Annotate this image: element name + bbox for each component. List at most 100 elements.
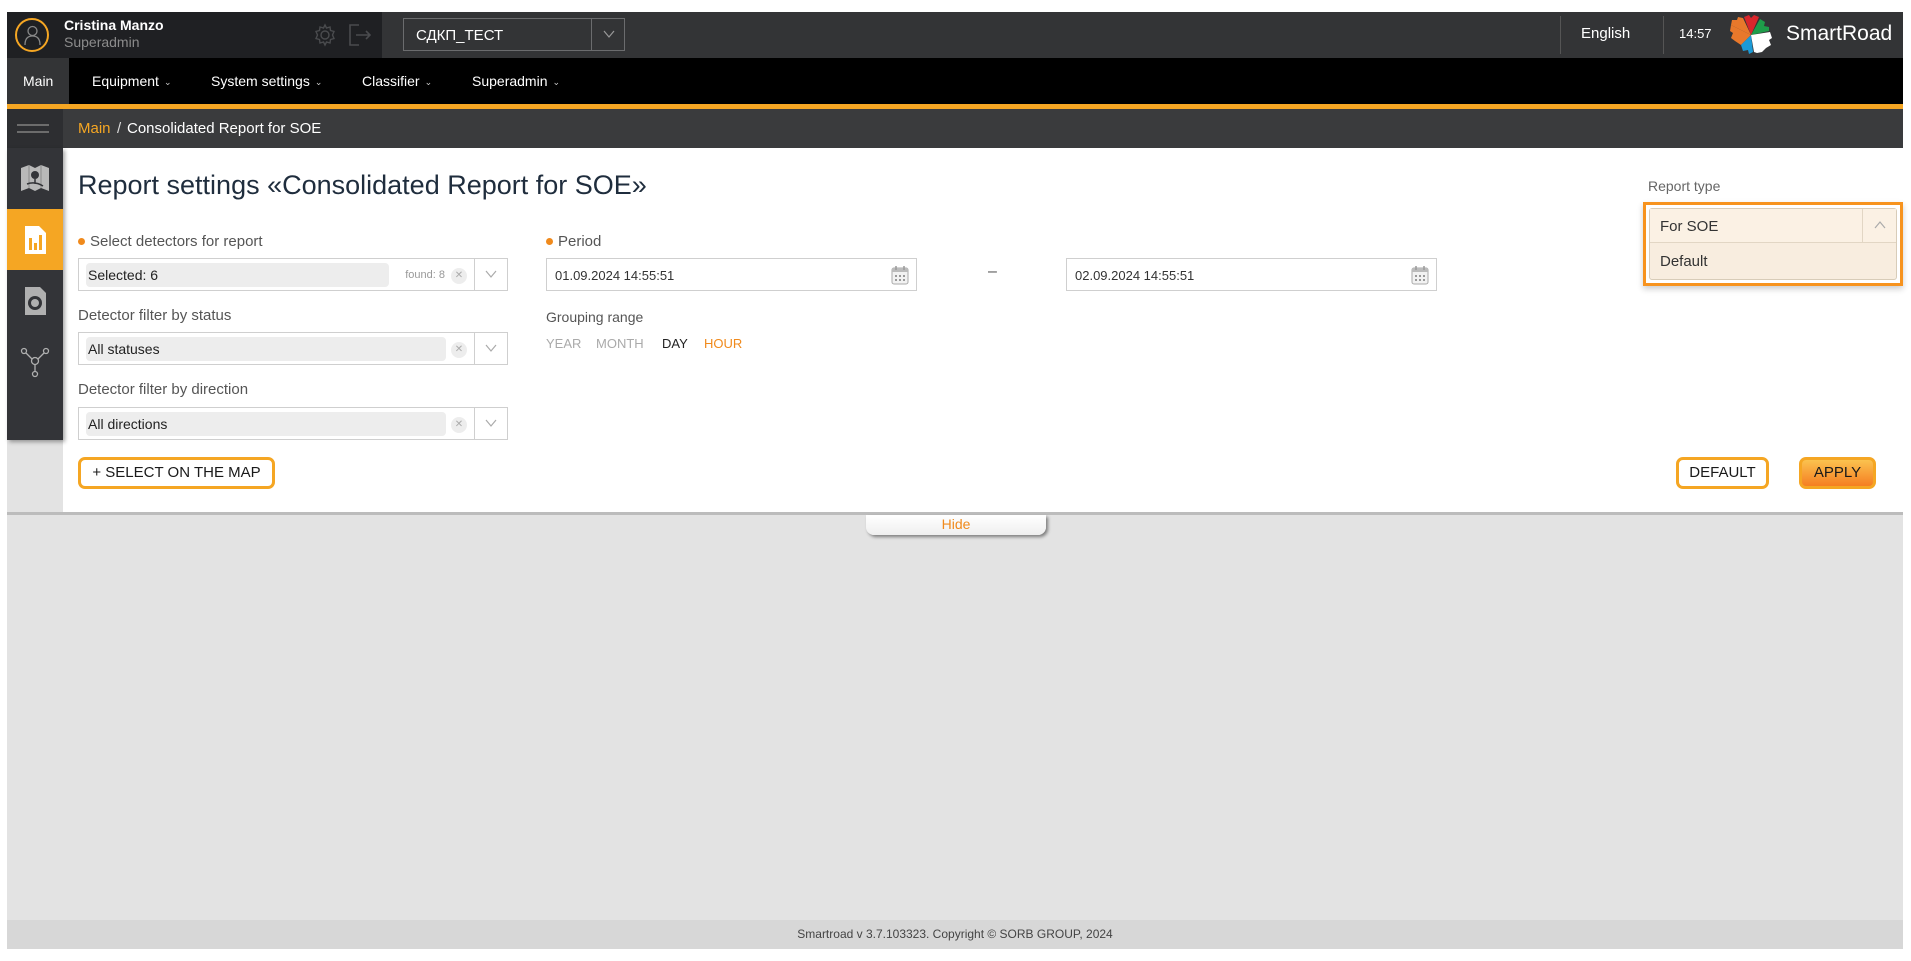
status-filter-chip: All statuses xyxy=(86,337,446,361)
chevron-down-icon: ⌄ xyxy=(163,77,172,88)
period-from-input[interactable]: 01.09.2024 14:55:51 xyxy=(546,258,917,291)
breadcrumb-current: Consolidated Report for SOE xyxy=(127,120,322,137)
clear-icon[interactable]: ✕ xyxy=(451,417,467,433)
report-type-dropdown: For SOE Default xyxy=(1649,208,1897,280)
hamburger-icon xyxy=(17,124,49,126)
main-nav: Main Equipment ⌄ System settings ⌄ Classif… xyxy=(7,58,1903,109)
app-window: Cristina Manzo Superadmin СДКП_ТЕСТ Engl… xyxy=(7,12,1903,949)
detectors-label: Select detectors for report xyxy=(78,233,263,250)
page-title: Report settings «Consolidated Report for… xyxy=(78,170,647,200)
sidebar-item-map[interactable] xyxy=(7,148,63,209)
sidebar xyxy=(7,148,63,440)
chevron-down-icon xyxy=(485,270,497,278)
nav-item-equipment[interactable]: Equipment ⌄ xyxy=(92,58,171,104)
required-dot xyxy=(78,237,85,245)
map-icon xyxy=(21,165,49,191)
status-filter-select[interactable]: All statuses ✕ xyxy=(78,332,508,365)
period-to-input[interactable]: 02.09.2024 14:55:51 xyxy=(1066,258,1437,291)
sidebar-item-network[interactable] xyxy=(7,331,63,392)
nav-item-label: Main xyxy=(23,73,54,89)
chevron-up-icon xyxy=(1874,221,1886,229)
status-filter-label: Detector filter by status xyxy=(78,307,232,324)
report-type-label: Report type xyxy=(1648,178,1721,194)
nav-item-classifier[interactable]: Classifier ⌄ xyxy=(362,58,432,104)
report-type-toggle[interactable] xyxy=(1862,209,1896,242)
network-icon xyxy=(20,347,50,378)
report-type-select[interactable]: For SOE Default xyxy=(1643,202,1903,286)
user-role: Superadmin xyxy=(64,34,140,50)
footer: Smartroad v 3.7.103323. Copyright © SORB… xyxy=(7,920,1903,949)
chevron-down-icon: ⌄ xyxy=(424,77,433,88)
chevron-down-icon xyxy=(485,419,497,427)
brand-name: SmartRoad xyxy=(1786,22,1893,45)
period-label: Period xyxy=(546,233,601,250)
nav-item-superadmin[interactable]: Superadmin ⌄ xyxy=(472,58,560,104)
report-icon xyxy=(25,226,46,254)
user-name: Cristina Manzo xyxy=(64,17,164,33)
hamburger-icon xyxy=(17,131,49,133)
user-block: Cristina Manzo Superadmin xyxy=(7,12,382,58)
nav-item-main[interactable]: Main xyxy=(7,58,70,104)
breadcrumb-separator: / xyxy=(117,120,122,137)
grouping-option-hour[interactable]: HOUR xyxy=(704,336,742,351)
nav-item-label: Classifier xyxy=(362,73,420,89)
chevron-down-icon xyxy=(485,344,497,352)
avatar[interactable] xyxy=(15,18,49,52)
breadcrumb-main-link[interactable]: Main xyxy=(78,120,111,137)
grouping-option-month[interactable]: MONTH xyxy=(596,336,644,351)
chevron-down-icon: ⌄ xyxy=(552,77,561,88)
nav-item-system-settings[interactable]: System settings ⌄ xyxy=(211,58,322,104)
project-select-toggle[interactable] xyxy=(591,19,624,50)
direction-filter-select[interactable]: All directions ✕ xyxy=(78,407,508,440)
nav-item-label: Superadmin xyxy=(472,73,548,89)
camera-detector-icon xyxy=(25,287,46,315)
direction-filter-chip: All directions xyxy=(86,412,446,436)
sidebar-item-reports[interactable] xyxy=(7,209,63,270)
nav-item-label: System settings xyxy=(211,73,310,89)
report-type-option-default[interactable]: Default xyxy=(1650,244,1896,278)
detectors-selected-chip: Selected: 6 xyxy=(86,263,389,287)
clear-icon[interactable]: ✕ xyxy=(451,342,467,358)
direction-filter-label: Detector filter by direction xyxy=(78,381,249,398)
detectors-select[interactable]: Selected: 6 found: 8 ✕ xyxy=(78,258,508,291)
logout-icon[interactable] xyxy=(347,22,373,48)
status-filter-toggle[interactable] xyxy=(474,333,507,364)
top-header: Cristina Manzo Superadmin СДКП_ТЕСТ Engl… xyxy=(7,12,1903,58)
detectors-label-text: Select detectors for report xyxy=(90,233,263,250)
gear-icon[interactable] xyxy=(313,23,337,47)
apply-button[interactable]: APPLY xyxy=(1799,457,1876,489)
user-icon xyxy=(24,25,41,46)
project-select[interactable]: СДКП_ТЕСТ xyxy=(403,18,625,51)
hide-panel-button[interactable]: Hide xyxy=(866,515,1046,535)
default-button[interactable]: DEFAULT xyxy=(1676,457,1769,489)
period-from-value: 01.09.2024 14:55:51 xyxy=(555,268,675,283)
grouping-label: Grouping range xyxy=(546,309,644,325)
grouping-option-day[interactable]: DAY xyxy=(662,336,688,351)
report-type-option-label: Default xyxy=(1660,253,1708,270)
chevron-down-icon xyxy=(603,30,615,38)
detectors-found-count: found: 8 xyxy=(405,269,445,281)
calendar-icon[interactable] xyxy=(890,265,910,285)
clock: 14:57 xyxy=(1679,26,1712,41)
period-label-text: Period xyxy=(558,233,602,250)
menu-toggle-button[interactable] xyxy=(7,109,63,148)
direction-filter-toggle[interactable] xyxy=(474,408,507,439)
clear-icon[interactable]: ✕ xyxy=(451,268,467,284)
period-separator: – xyxy=(988,263,997,280)
project-select-value: СДКП_ТЕСТ xyxy=(416,27,504,44)
select-on-map-button[interactable]: + SELECT ON THE MAP xyxy=(78,457,275,489)
status-filter-value: All statuses xyxy=(88,341,160,357)
smartroad-logo-icon xyxy=(1730,15,1772,54)
detectors-selected-value: Selected: 6 xyxy=(88,267,159,283)
grouping-option-year[interactable]: YEAR xyxy=(546,336,581,351)
language-switcher[interactable]: English xyxy=(1581,25,1630,42)
header-divider xyxy=(1663,16,1664,54)
chevron-down-icon: ⌄ xyxy=(314,77,323,88)
breadcrumb-bar: Main / Consolidated Report for SOE xyxy=(7,109,1903,148)
detectors-dropdown-toggle[interactable] xyxy=(474,259,507,290)
report-type-option-for-soe[interactable]: For SOE xyxy=(1650,209,1896,243)
calendar-icon[interactable] xyxy=(1410,265,1430,285)
report-type-option-label: For SOE xyxy=(1660,218,1719,235)
sidebar-item-detectors[interactable] xyxy=(7,270,63,331)
nav-item-label: Equipment xyxy=(92,73,159,89)
